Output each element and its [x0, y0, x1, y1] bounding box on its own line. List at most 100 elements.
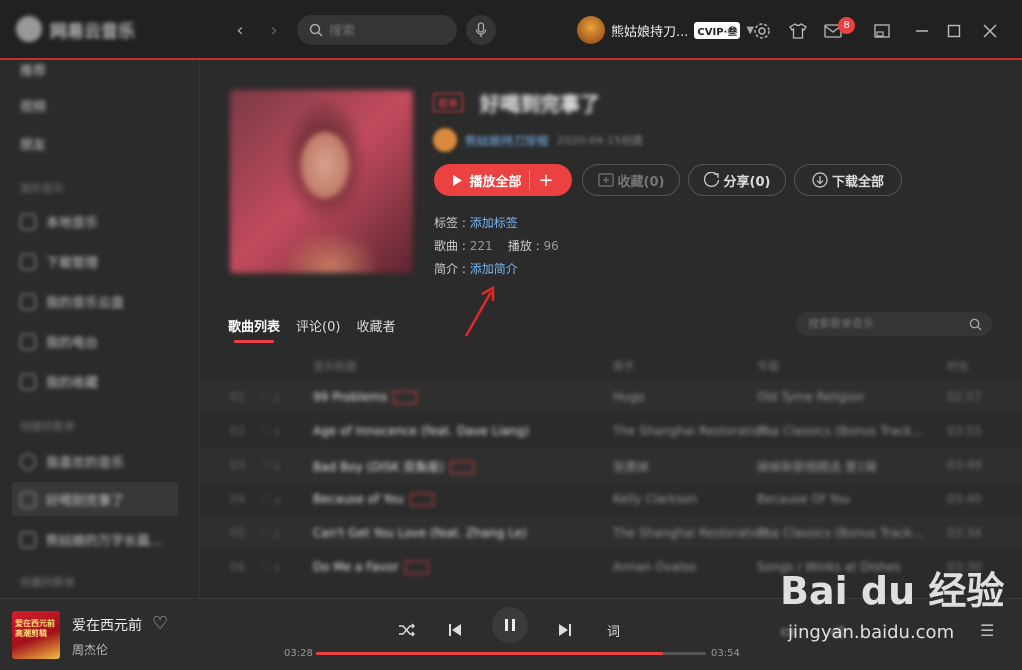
table-row[interactable]: 04 ♡ ⤓ Because of You Kelly Clarkson Bec… [200, 482, 1022, 516]
collect-button[interactable]: 收藏(0) [582, 164, 680, 196]
song-artist[interactable]: Hugo [613, 390, 645, 404]
progress-bar[interactable] [316, 652, 706, 655]
quality-badge [393, 391, 418, 404]
add-intro-link[interactable]: 添加简介 [470, 262, 518, 276]
playlist-search-box[interactable] [796, 312, 992, 336]
sidebar-item-friends[interactable]: 朋友 [20, 134, 46, 153]
playlist-search-input[interactable] [806, 317, 960, 331]
add-tags-link[interactable]: 添加标签 [470, 216, 518, 230]
song-album[interactable]: The Classics (Bonus Track... [757, 424, 923, 438]
mini-mode-button[interactable] [869, 18, 895, 44]
song-title[interactable]: Do Me a Favor [313, 560, 429, 574]
volume-icon[interactable]: ◁ [830, 621, 842, 640]
playlist-cover[interactable] [230, 90, 413, 273]
song-title[interactable]: Because of You [313, 492, 434, 506]
shuffle-button[interactable] [398, 615, 416, 645]
song-album[interactable]: The Classics (Bonus Track... [757, 526, 923, 540]
now-playing-artist[interactable]: 周杰伦 [72, 641, 108, 658]
search-input[interactable] [327, 21, 441, 39]
row-action-icons[interactable]: ♡ ⤓ [260, 424, 280, 439]
table-row[interactable]: 03 ♡ ⤓ Bad Boy (DISK 双鱼座) 张惠妹 妹妹新歌唱精选 第1… [200, 448, 1022, 482]
table-row[interactable]: 06 ♡ ⤓ Do Me a Favor Annan Ovalso Songs … [200, 550, 1022, 584]
download-all-button[interactable]: 下载全部 [794, 164, 902, 196]
now-playing-title[interactable]: 爱在西元前 [72, 615, 142, 635]
column-header-duration[interactable]: 时长 [947, 358, 969, 374]
sidebar-item-collection[interactable]: 我的收藏 [20, 372, 98, 391]
sidebar-item-cloud[interactable]: 我的音乐云盘 [20, 292, 124, 311]
maximize-icon [947, 24, 961, 38]
search-box[interactable] [297, 15, 457, 45]
song-artist[interactable]: The Shanghai Restoration... [613, 424, 779, 438]
lyrics-button[interactable]: 词 [607, 615, 620, 645]
sidebar-item-liked-music[interactable]: 我喜欢的音乐 [20, 452, 124, 471]
sidebar-item-playlist-other[interactable]: 熊姑娘的万字长篇... [20, 530, 162, 549]
sidebar: 推荐 视频 朋友 我的音乐 本地音乐 下载管理 我的音乐云盘 我的电台 我的收藏… [0, 60, 200, 598]
user-name[interactable]: 熊姑娘持刀... [611, 21, 688, 40]
page-title: 好喝到完事了 [480, 92, 600, 116]
next-button[interactable] [558, 615, 572, 645]
song-album[interactable]: Old Tyme Religion [757, 390, 864, 404]
voice-search-button[interactable] [466, 15, 496, 45]
app-logo[interactable]: 网易云音乐 [16, 16, 135, 42]
play-icon [453, 174, 463, 186]
column-header-artist[interactable]: 歌手 [613, 358, 635, 374]
column-header-title[interactable]: 音乐标题 [313, 358, 357, 374]
sidebar-item-radio[interactable]: 我的电台 [20, 332, 98, 351]
table-row[interactable]: 05 ♡ ⤓ Can't Get You Love (feat. Zhang L… [200, 516, 1022, 550]
share-button[interactable]: 分享(0) [688, 164, 786, 196]
song-title[interactable]: Bad Boy (DISK 双鱼座) [313, 458, 474, 475]
back-button[interactable]: ‹ [228, 18, 252, 42]
song-artist[interactable]: Annan Ovalso [613, 560, 696, 574]
creator-name[interactable]: 熊姑娘持刀穿梭 [465, 132, 549, 149]
row-action-icons[interactable]: ♡ ⤓ [260, 458, 280, 473]
row-action-icons[interactable]: ♡ ⤓ [260, 390, 280, 405]
sidebar-item-downloads[interactable]: 下载管理 [20, 252, 98, 271]
now-playing-cover[interactable]: 爱在西元前 高潮剪辑 [12, 611, 60, 659]
table-row[interactable]: 02 ♡ ⤓ Age of Innocence (feat. Dave Lian… [200, 414, 1022, 448]
song-title[interactable]: Can't Get You Love (feat. Zhang Le) [313, 526, 527, 540]
tab-comments[interactable]: 评论(0) [296, 316, 340, 341]
row-action-icons[interactable]: ♡ ⤓ [260, 526, 280, 541]
logo-icon [16, 16, 42, 42]
forward-button[interactable]: › [262, 18, 286, 42]
sidebar-item-video[interactable]: 视频 [20, 96, 46, 115]
close-button[interactable] [977, 18, 1003, 44]
like-heart-icon[interactable]: ♡ [152, 613, 168, 634]
row-action-icons[interactable]: ♡ ⤓ [260, 560, 280, 575]
song-artist[interactable]: Kelly Clarkson [613, 492, 697, 506]
maximize-button[interactable] [941, 18, 967, 44]
play-all-button[interactable]: 播放全部 + [434, 164, 572, 196]
sidebar-item-label: 本地音乐 [46, 216, 99, 231]
skin-button[interactable] [785, 18, 811, 44]
pause-button[interactable] [492, 607, 528, 643]
avatar[interactable] [577, 16, 605, 44]
vip-badge[interactable]: CVIP·叁 [694, 21, 741, 39]
song-album[interactable]: 妹妹新歌唱精选 第1辑 [757, 458, 876, 475]
tab-collectors[interactable]: 收藏者 [356, 316, 395, 341]
row-action-icons[interactable]: ♡ ⤓ [260, 492, 280, 507]
song-artist[interactable]: 张惠妹 [613, 458, 649, 475]
sidebar-item-playlist-current[interactable]: 好喝到完事了 [20, 490, 124, 509]
song-artist[interactable]: The Shanghai Restoration... [613, 526, 779, 540]
table-row[interactable]: 01 ♡ ⤓ 99 Problems Hugo Old Tyme Religio… [200, 380, 1022, 414]
previous-button[interactable] [448, 615, 462, 645]
song-album[interactable]: Songs / Winks at Dishes [757, 560, 901, 574]
settings-button[interactable] [749, 18, 775, 44]
search-icon[interactable] [969, 318, 982, 331]
song-title[interactable]: Age of Innocence (feat. Dave Liang) [313, 424, 529, 438]
annotation-arrow [464, 286, 495, 337]
playlist-queue-icon[interactable]: ☰ [980, 621, 994, 640]
song-album[interactable]: Because Of You [757, 492, 850, 506]
add-to-queue-icon[interactable]: + [538, 170, 553, 191]
playlist-icon [20, 531, 36, 548]
creator-avatar[interactable] [433, 128, 457, 152]
column-header-album[interactable]: 专辑 [757, 358, 779, 374]
creator-info[interactable]: 熊姑娘持刀穿梭 2020-04-15创建 [433, 128, 643, 152]
sound-effect-icon[interactable]: ▭ [780, 621, 795, 640]
minimize-button[interactable] [909, 18, 935, 44]
tab-song-list[interactable]: 歌曲列表 [228, 316, 280, 343]
sidebar-item-recommend[interactable]: 推荐 [20, 60, 46, 79]
sidebar-item-local-music[interactable]: 本地音乐 [20, 212, 98, 231]
song-title[interactable]: 99 Problems [313, 390, 418, 404]
user-menu[interactable]: 熊姑娘持刀... CVIP·叁 ▼ [577, 16, 754, 44]
